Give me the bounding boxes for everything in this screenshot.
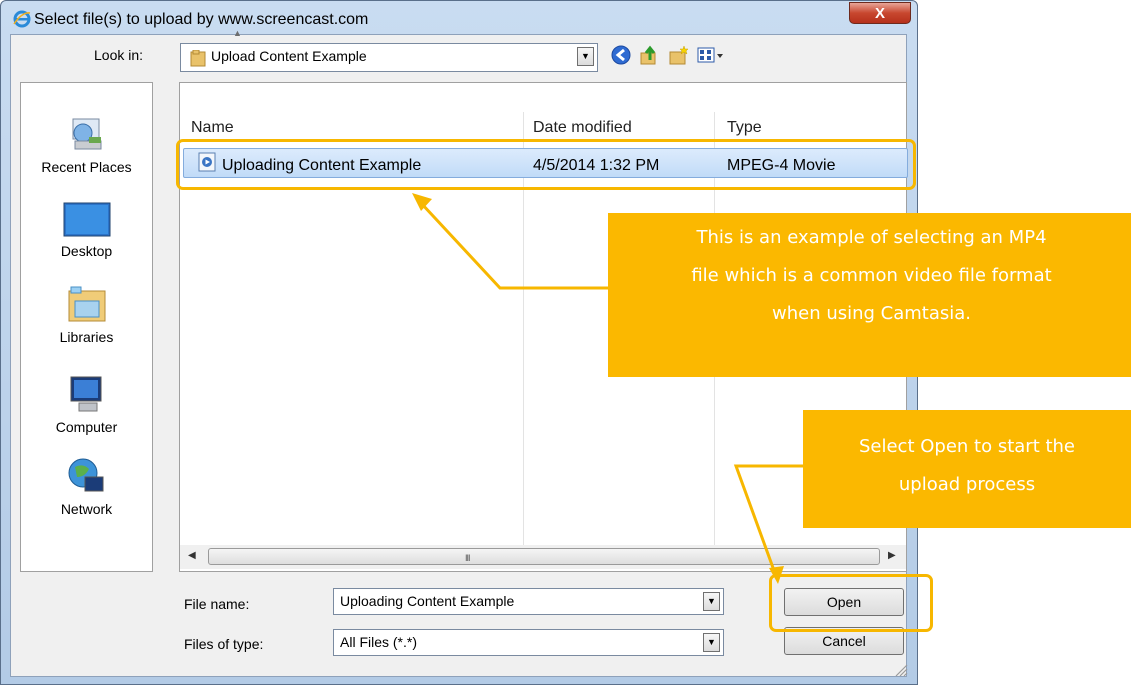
- callout-line: This is an example of selecting an MP4: [696, 227, 1047, 248]
- file-selection-callout: This is an example of selecting an MP4 f…: [608, 213, 1131, 377]
- open-button-callout: Select Open to start the upload process: [803, 410, 1131, 528]
- callout-line: file which is a common video file format: [691, 265, 1052, 286]
- callout-line: when using Camtasia.: [771, 303, 972, 324]
- callout-line: upload process: [898, 474, 1036, 495]
- callout-line: Select Open to start the: [858, 436, 1076, 457]
